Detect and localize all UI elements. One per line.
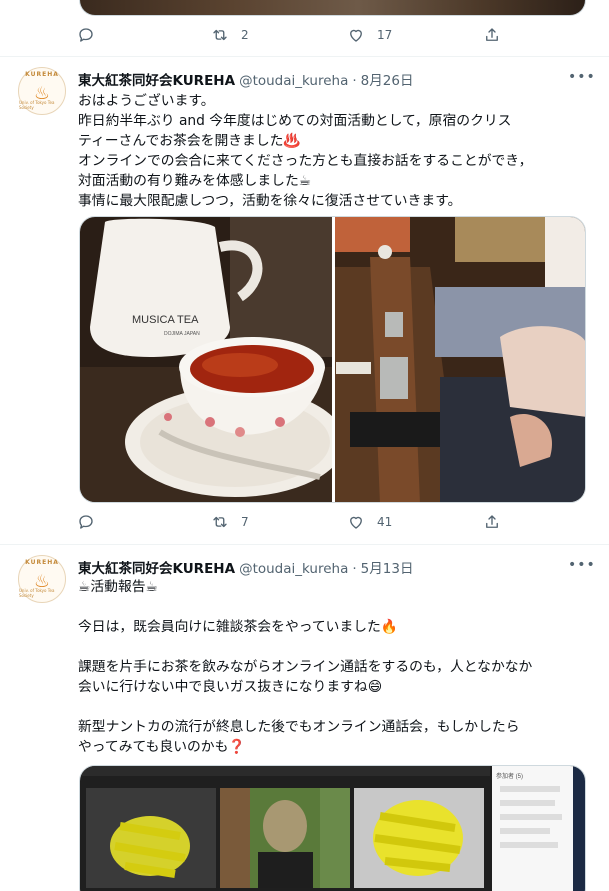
retweet-icon bbox=[213, 29, 227, 41]
reply-icon bbox=[79, 28, 93, 42]
retweet-button[interactable]: 2 bbox=[211, 26, 249, 44]
share-button[interactable] bbox=[483, 26, 501, 44]
video-tile bbox=[354, 788, 484, 888]
tweet-card[interactable]: KUREHA ♨ Univ. of Tokyo Tea Society 東大紅茶… bbox=[0, 545, 609, 891]
tweet-photos[interactable]: MUSICA TEA DOJIMA JAPAN bbox=[80, 217, 586, 503]
video-tile bbox=[220, 788, 350, 888]
share-icon bbox=[486, 28, 498, 41]
tweet-date[interactable]: 5月13日 bbox=[361, 557, 414, 577]
tweet-media[interactable]: MUSICA TEA DOJIMA JAPAN bbox=[79, 216, 586, 503]
tweet-header: 東大紅茶同好会KUREHA @toudai_kureha · 8月26日 bbox=[78, 69, 413, 89]
svg-text:DOJIMA JAPAN: DOJIMA JAPAN bbox=[164, 331, 200, 337]
separator: · bbox=[352, 561, 357, 577]
avatar[interactable]: KUREHA ♨ Univ. of Tokyo Tea Society bbox=[18, 67, 66, 115]
retweet-icon bbox=[213, 516, 227, 528]
reply-icon bbox=[79, 515, 93, 529]
avatar[interactable]: KUREHA ♨ Univ. of Tokyo Tea Society bbox=[18, 555, 66, 603]
like-icon bbox=[350, 29, 362, 42]
display-name[interactable]: 東大紅茶同好会KUREHA bbox=[78, 69, 235, 89]
like-button[interactable]: 41 bbox=[347, 513, 392, 531]
teapot-label: MUSICA TEA bbox=[132, 314, 199, 326]
separator: · bbox=[352, 73, 357, 89]
retweet-button[interactable]: 7 bbox=[211, 513, 249, 531]
display-name[interactable]: 東大紅茶同好会KUREHA bbox=[78, 557, 235, 577]
more-options-button[interactable]: ••• bbox=[568, 557, 596, 573]
like-button[interactable]: 17 bbox=[347, 26, 392, 44]
share-button[interactable] bbox=[483, 513, 501, 531]
reply-button[interactable] bbox=[77, 513, 107, 531]
more-options-button[interactable]: ••• bbox=[568, 69, 596, 85]
tweet-actions: 7 41 bbox=[77, 513, 507, 537]
handle[interactable]: @toudai_kureha bbox=[239, 561, 348, 577]
handle[interactable]: @toudai_kureha bbox=[239, 73, 348, 89]
video-tile bbox=[86, 788, 216, 888]
previous-tweet-image[interactable] bbox=[79, 0, 586, 16]
like-icon bbox=[350, 516, 362, 529]
tweet-text: おはようございます。 昨日約半年ぶり and 今年度はじめての対面活動として，原… bbox=[78, 93, 533, 209]
reply-button[interactable] bbox=[77, 26, 107, 44]
tweet-media[interactable]: 参加者 (5) bbox=[79, 765, 586, 891]
previous-tweet-actions: 2 17 bbox=[77, 26, 507, 50]
photo-tea-party[interactable] bbox=[335, 217, 586, 503]
tweet-date[interactable]: 8月26日 bbox=[361, 69, 414, 89]
tweet-text: ☕活動報告☕ 今日は，既会員向けに雑談茶会をやっていました🔥 課題を片手にお茶を… bbox=[78, 579, 533, 755]
photo-tea-cup[interactable]: MUSICA TEA DOJIMA JAPAN bbox=[80, 217, 345, 503]
video-call-screenshot[interactable]: 参加者 (5) bbox=[80, 766, 586, 891]
tweet-card[interactable]: KUREHA ♨ Univ. of Tokyo Tea Society 東大紅茶… bbox=[0, 57, 609, 544]
share-icon bbox=[486, 515, 498, 528]
svg-text:参加者 (5): 参加者 (5) bbox=[496, 772, 523, 780]
tweet-header: 東大紅茶同好会KUREHA @toudai_kureha · 5月13日 bbox=[78, 557, 413, 577]
